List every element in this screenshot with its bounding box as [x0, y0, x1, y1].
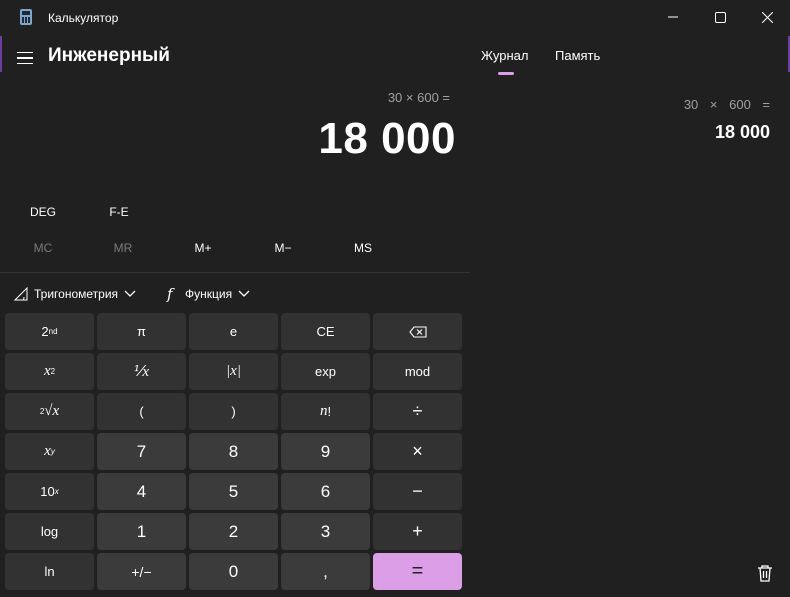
open-paren-button[interactable]: (: [97, 393, 186, 430]
multiply-button[interactable]: ×: [373, 433, 462, 470]
second-function-button[interactable]: 2nd: [5, 313, 94, 350]
exp-button[interactable]: exp: [281, 353, 370, 390]
ten-power-button[interactable]: 10 x: [5, 473, 94, 510]
negate-button[interactable]: +/−: [97, 553, 186, 590]
digit-0-button[interactable]: 0: [189, 553, 278, 590]
backspace-icon: [408, 325, 427, 338]
digit-3-button[interactable]: 3: [281, 513, 370, 550]
memory-add-button[interactable]: M+: [165, 233, 241, 263]
mode-title: Инженерный: [48, 45, 170, 66]
memory-recall-button[interactable]: MR: [85, 233, 161, 263]
history-entry-expression[interactable]: 30 × 600 =: [684, 97, 770, 112]
digit-1-button[interactable]: 1: [97, 513, 186, 550]
svg-text:f: f: [166, 286, 175, 302]
key-superscript: 2: [50, 367, 56, 376]
digit-6-button[interactable]: 6: [281, 473, 370, 510]
power-button[interactable]: xy: [5, 433, 94, 470]
key-label: |x|: [226, 363, 241, 379]
key-label-mark: !: [327, 404, 332, 419]
memory-store-button[interactable]: MS: [325, 233, 401, 263]
reciprocal-button[interactable]: ⅟x: [97, 353, 186, 390]
close-paren-button[interactable]: ): [189, 393, 278, 430]
close-button[interactable]: [744, 0, 790, 34]
close-icon: [761, 11, 773, 23]
chevron-down-icon: [238, 290, 250, 297]
history-entry-result[interactable]: 18 000: [715, 122, 770, 143]
maximize-icon: [714, 11, 726, 23]
key-label: 10: [40, 484, 55, 499]
expression-display: 30 × 600 =: [387, 90, 450, 105]
mod-button[interactable]: mod: [373, 353, 462, 390]
function-label: Функция: [185, 287, 233, 301]
clear-history-button[interactable]: [754, 562, 776, 584]
plus-button[interactable]: +: [373, 513, 462, 550]
absolute-value-button[interactable]: |x|: [189, 353, 278, 390]
key-superscript: x: [54, 487, 59, 496]
euler-button[interactable]: e: [189, 313, 278, 350]
log-button[interactable]: log: [5, 513, 94, 550]
result-display: 18 000: [318, 114, 456, 163]
window-title: Калькулятор: [48, 11, 119, 25]
function-icon: f: [166, 286, 175, 302]
maximize-button[interactable]: [697, 0, 743, 34]
trigonometry-dropdown[interactable]: Тригонометрия: [14, 281, 136, 307]
digit-7-button[interactable]: 7: [97, 433, 186, 470]
divider: [0, 272, 470, 273]
window-edge-accent: [0, 36, 2, 72]
key-label: x: [43, 363, 51, 379]
angle-unit-button[interactable]: DEG: [14, 197, 72, 227]
key-label: ⅟x: [133, 364, 150, 380]
key-label: 2: [41, 324, 49, 339]
decimal-button[interactable]: ,: [281, 553, 370, 590]
square-button[interactable]: x2: [5, 353, 94, 390]
title-bar: Калькулятор: [0, 0, 790, 36]
key-superscript: nd: [48, 327, 58, 336]
clear-entry-button[interactable]: CE: [281, 313, 370, 350]
digit-4-button[interactable]: 4: [97, 473, 186, 510]
tab-history[interactable]: Журнал: [481, 48, 528, 63]
digit-8-button[interactable]: 8: [189, 433, 278, 470]
hamburger-icon[interactable]: [12, 45, 38, 71]
active-tab-indicator: [498, 72, 514, 75]
key-superscript: y: [50, 447, 55, 456]
pi-button[interactable]: π: [97, 313, 186, 350]
minimize-button[interactable]: [650, 0, 696, 34]
tab-memory[interactable]: Память: [555, 48, 600, 63]
keypad: 2nd π e CE x2 ⅟x |x| exp mod 2 √x ( ) n! …: [5, 313, 462, 590]
factorial-button[interactable]: n!: [281, 393, 370, 430]
minus-button[interactable]: −: [373, 473, 462, 510]
equals-button[interactable]: =: [373, 553, 462, 590]
triangle-icon: [14, 287, 28, 301]
backspace-button[interactable]: [373, 313, 462, 350]
key-label: n: [319, 403, 328, 419]
calculator-icon: [20, 9, 32, 25]
key-label: √x: [44, 403, 60, 419]
fe-button[interactable]: F-E: [90, 197, 148, 227]
memory-clear-button[interactable]: MC: [5, 233, 81, 263]
minimize-icon: [668, 16, 678, 18]
digit-2-button[interactable]: 2: [189, 513, 278, 550]
chevron-down-icon: [124, 290, 136, 297]
digit-9-button[interactable]: 9: [281, 433, 370, 470]
ln-button[interactable]: ln: [5, 553, 94, 590]
trash-icon: [758, 565, 772, 582]
square-root-button[interactable]: 2 √x: [5, 393, 94, 430]
function-dropdown[interactable]: f Функция: [165, 281, 250, 307]
digit-5-button[interactable]: 5: [189, 473, 278, 510]
divide-button[interactable]: ÷: [373, 393, 462, 430]
trigonometry-label: Тригонометрия: [34, 287, 119, 301]
key-label: x: [44, 443, 51, 459]
memory-subtract-button[interactable]: M−: [245, 233, 321, 263]
